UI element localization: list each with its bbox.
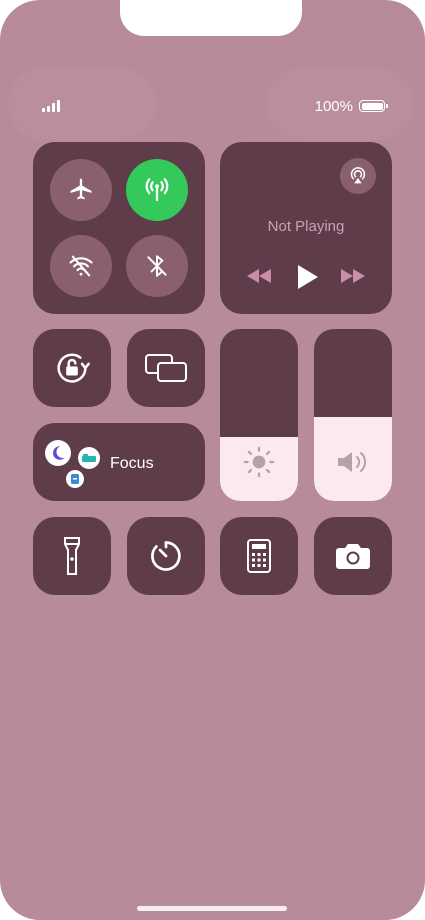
control-center-screen: 100% Not Playing Focus bbox=[0, 0, 425, 920]
id-badge-icon bbox=[66, 470, 84, 488]
orientation-lock-icon bbox=[57, 353, 90, 383]
brightness-slider[interactable] bbox=[220, 329, 298, 501]
sun-icon bbox=[243, 446, 275, 478]
cellular-antenna-icon bbox=[145, 178, 169, 202]
focus-button[interactable]: Focus bbox=[33, 423, 205, 501]
screen-mirroring-button[interactable] bbox=[127, 329, 205, 407]
timer-button[interactable] bbox=[127, 517, 205, 595]
airplane-icon bbox=[70, 178, 92, 200]
home-indicator[interactable] bbox=[137, 906, 287, 911]
wifi-button[interactable] bbox=[50, 235, 112, 297]
cellular-data-button[interactable] bbox=[126, 159, 188, 221]
rewind-icon bbox=[247, 269, 271, 283]
airplane-mode-button[interactable] bbox=[50, 159, 112, 221]
fast-forward-button[interactable] bbox=[339, 266, 367, 291]
volume-slider[interactable] bbox=[314, 329, 392, 501]
camera-button[interactable] bbox=[314, 517, 392, 595]
bed-icon bbox=[78, 447, 100, 469]
battery-status: 100% bbox=[314, 96, 388, 116]
orientation-lock-button[interactable] bbox=[33, 329, 111, 407]
moon-icon bbox=[45, 440, 71, 466]
calculator-icon bbox=[247, 539, 271, 573]
camera-icon bbox=[336, 544, 370, 569]
battery-icon bbox=[359, 100, 388, 112]
airplay-button[interactable] bbox=[340, 158, 376, 194]
fast-forward-icon bbox=[341, 269, 365, 283]
background-blur bbox=[8, 68, 156, 140]
screen-mirroring-icon bbox=[145, 354, 187, 382]
battery-percent: 100% bbox=[314, 97, 353, 115]
timer-icon bbox=[151, 541, 181, 571]
calculator-button[interactable] bbox=[220, 517, 298, 595]
notch bbox=[120, 0, 302, 36]
media-panel: Not Playing bbox=[220, 142, 392, 314]
now-playing-label: Not Playing bbox=[267, 218, 345, 235]
bluetooth-button[interactable] bbox=[126, 235, 188, 297]
play-button[interactable] bbox=[295, 264, 319, 295]
play-icon bbox=[298, 265, 318, 289]
rewind-button[interactable] bbox=[245, 266, 273, 291]
airplay-audio-icon bbox=[350, 167, 366, 184]
wifi-off-icon bbox=[69, 255, 93, 277]
bluetooth-off-icon bbox=[147, 255, 167, 277]
focus-label: Focus bbox=[110, 455, 154, 472]
signal-strength-icon bbox=[42, 98, 60, 112]
speaker-icon bbox=[338, 452, 367, 472]
flashlight-icon bbox=[64, 537, 80, 575]
connectivity-panel bbox=[33, 142, 205, 314]
flashlight-button[interactable] bbox=[33, 517, 111, 595]
